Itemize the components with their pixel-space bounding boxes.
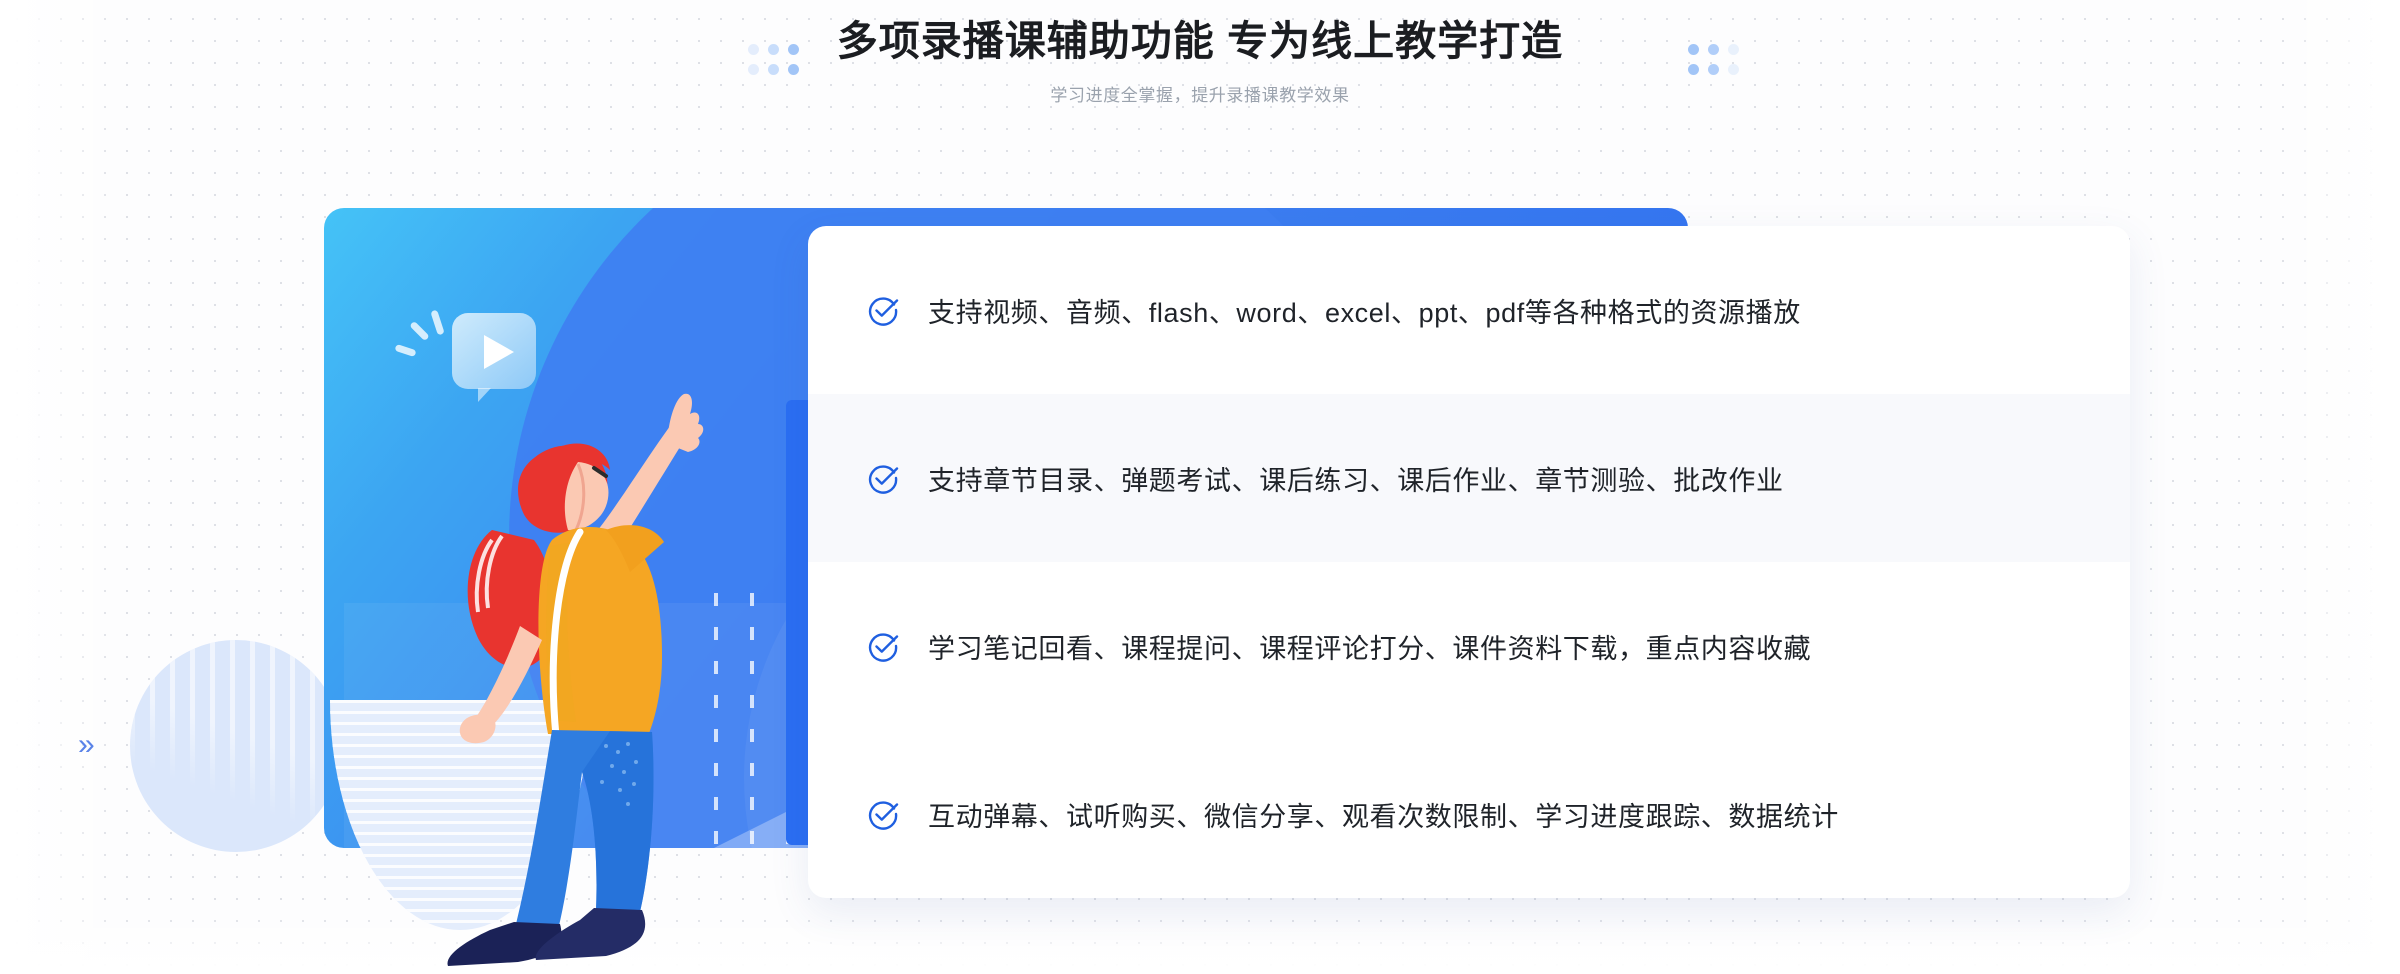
header: 多项录播课辅助功能 专为线上教学打造 学习进度全掌握，提升录播课教学效果 (0, 14, 2400, 106)
sparkle-line-icon (430, 309, 445, 336)
feature-row[interactable]: 互动弹幕、试听购买、微信分享、观看次数限制、学习进度跟踪、数据统计 (808, 730, 2130, 898)
check-circle-icon (868, 297, 899, 326)
feature-label: 互动弹幕、试听购买、微信分享、观看次数限制、学习进度跟踪、数据统计 (928, 801, 1839, 832)
page-subtitle: 学习进度全掌握，提升录播课教学效果 (1050, 86, 1350, 106)
striped-circle-decoration (130, 640, 342, 852)
feature-list: 支持视频、音频、flash、word、excel、ppt、pdf等各种格式的资源… (808, 226, 2130, 898)
check-circle-icon (868, 633, 899, 662)
play-triangle-icon (484, 335, 514, 369)
check-circle-icon (868, 465, 899, 494)
feature-row[interactable]: 学习笔记回看、课程提问、课程评论打分、课件资料下载，重点内容收藏 (808, 562, 2130, 730)
circle-stripe-texture (130, 640, 342, 852)
features-card: 支持视频、音频、flash、word、excel、ppt、pdf等各种格式的资源… (808, 226, 2130, 898)
page-title: 多项录播课辅助功能 专为线上教学打造 (836, 18, 1564, 64)
background-fade-left (0, 0, 120, 974)
person-illustration (447, 393, 704, 966)
chevron-right-icon: » (78, 728, 95, 761)
feature-label: 支持视频、音频、flash、word、excel、ppt、pdf等各种格式的资源… (928, 297, 1801, 328)
sparkle-line-icon (394, 343, 417, 358)
promo-banner: 多项录播课辅助功能 专为线上教学打造 学习进度全掌握，提升录播课教学效果 » « (0, 0, 2400, 974)
feature-label: 支持章节目录、弹题考试、课后练习、课后作业、章节测验、批改作业 (928, 465, 1784, 496)
check-circle-icon (868, 801, 899, 830)
feature-row[interactable]: 支持视频、音频、flash、word、excel、ppt、pdf等各种格式的资源… (808, 226, 2130, 394)
background-fade-right (2280, 0, 2400, 974)
sparkle-line-icon (409, 320, 430, 342)
play-button-icon (452, 313, 536, 402)
feature-label: 学习笔记回看、课程提问、课程评论打分、课件资料下载，重点内容收藏 (928, 633, 1812, 664)
feature-row[interactable]: 支持章节目录、弹题考试、课后练习、课后作业、章节测验、批改作业 (808, 394, 2130, 562)
